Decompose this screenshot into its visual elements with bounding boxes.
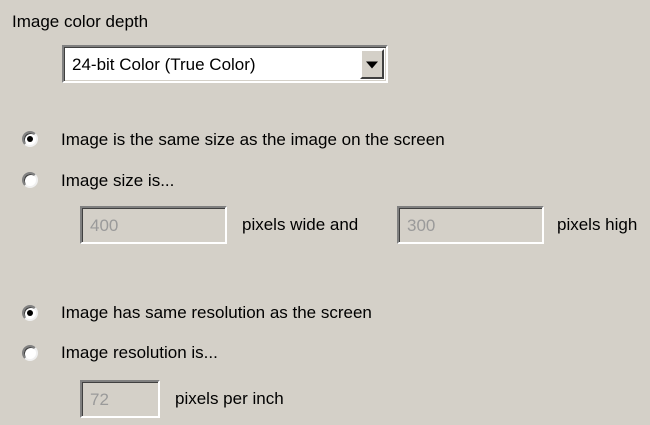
pixels-wide-and-label: pixels wide and [242, 215, 359, 234]
custom-resolution-radio[interactable] [22, 345, 38, 361]
color-depth-selected-value: 24-bit Color (True Color) [72, 55, 256, 74]
same-resolution-label: Image has same resolution as the screen [61, 303, 372, 322]
resolution-input[interactable]: 72 [80, 380, 160, 418]
pixels-per-inch-label: pixels per inch [175, 389, 284, 408]
same-resolution-radio[interactable] [22, 305, 38, 321]
width-value: 400 [90, 216, 119, 235]
color-depth-label: Image color depth [12, 12, 149, 31]
chevron-down-icon[interactable] [360, 49, 384, 79]
width-input[interactable]: 400 [80, 206, 227, 244]
custom-size-label: Image size is... [61, 171, 175, 190]
custom-size-radio[interactable] [22, 172, 38, 188]
color-depth-dropdown[interactable]: 24-bit Color (True Color) [62, 45, 388, 83]
same-size-label: Image is the same size as the image on t… [61, 130, 445, 149]
height-value: 300 [407, 216, 436, 235]
same-size-radio[interactable] [22, 131, 38, 147]
resolution-value: 72 [90, 390, 109, 409]
custom-resolution-label: Image resolution is... [61, 343, 218, 362]
pixels-high-label: pixels high [557, 215, 638, 234]
height-input[interactable]: 300 [397, 206, 544, 244]
